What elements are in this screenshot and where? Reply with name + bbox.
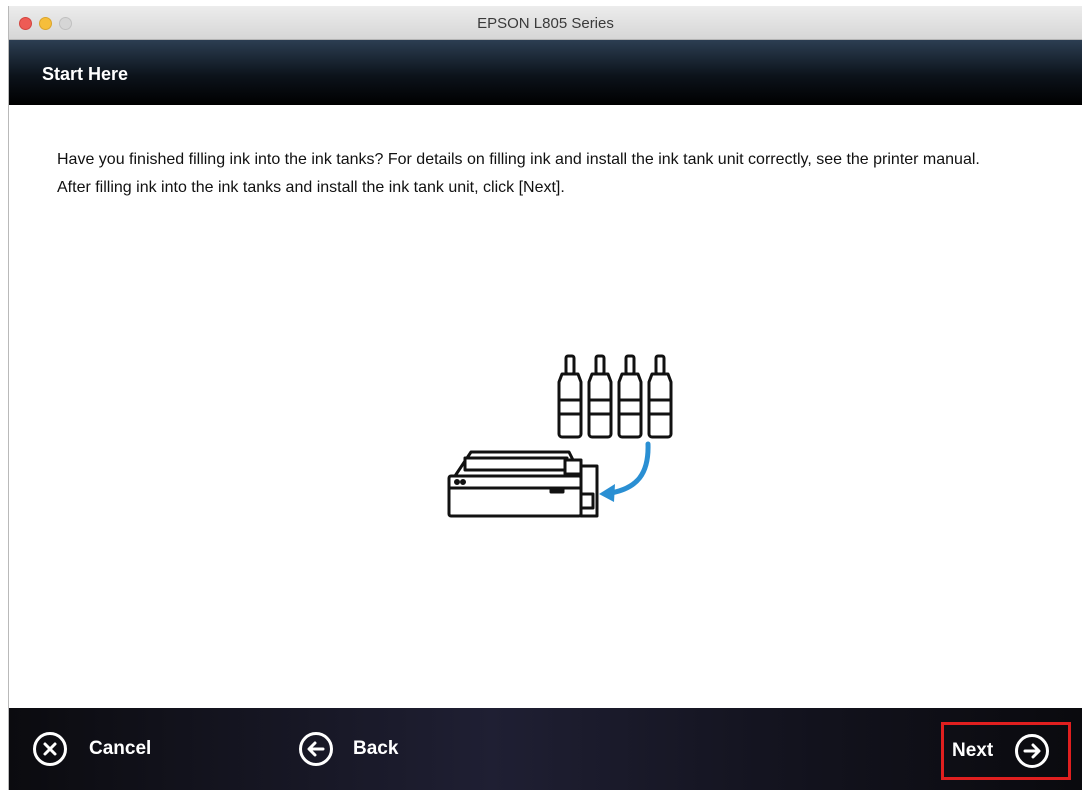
installer-window: EPSON L805 Series Start Here Have you fi… (8, 6, 1082, 790)
x-circle-icon (33, 732, 67, 766)
cancel-button[interactable]: Cancel (33, 729, 151, 769)
arrow-left-circle-icon (299, 732, 333, 766)
title-bar: EPSON L805 Series (9, 6, 1082, 40)
footer-bar: Cancel Back Next (9, 708, 1082, 790)
instruction-text: Have you finished filling ink into the i… (57, 149, 1047, 199)
step-title: Start Here (42, 64, 129, 84)
cancel-label: Cancel (89, 738, 152, 759)
back-button[interactable]: Back (299, 729, 398, 769)
next-button[interactable]: Next (941, 722, 1071, 780)
instruction-line-2: After filling ink into the ink tanks and… (57, 179, 565, 196)
instruction-line-1: Have you finished filling ink into the i… (57, 151, 980, 168)
ink-filling-illustration (447, 354, 673, 518)
back-label: Back (353, 738, 399, 759)
refill-arrow-icon (599, 441, 651, 502)
window-title: EPSON L805 Series (477, 15, 614, 32)
printer-icon (447, 450, 599, 518)
arrow-right-circle-icon (1015, 734, 1050, 768)
header-bar: Start Here (9, 40, 1082, 105)
ink-bottles-icon (557, 354, 673, 439)
next-label: Next (952, 740, 994, 761)
